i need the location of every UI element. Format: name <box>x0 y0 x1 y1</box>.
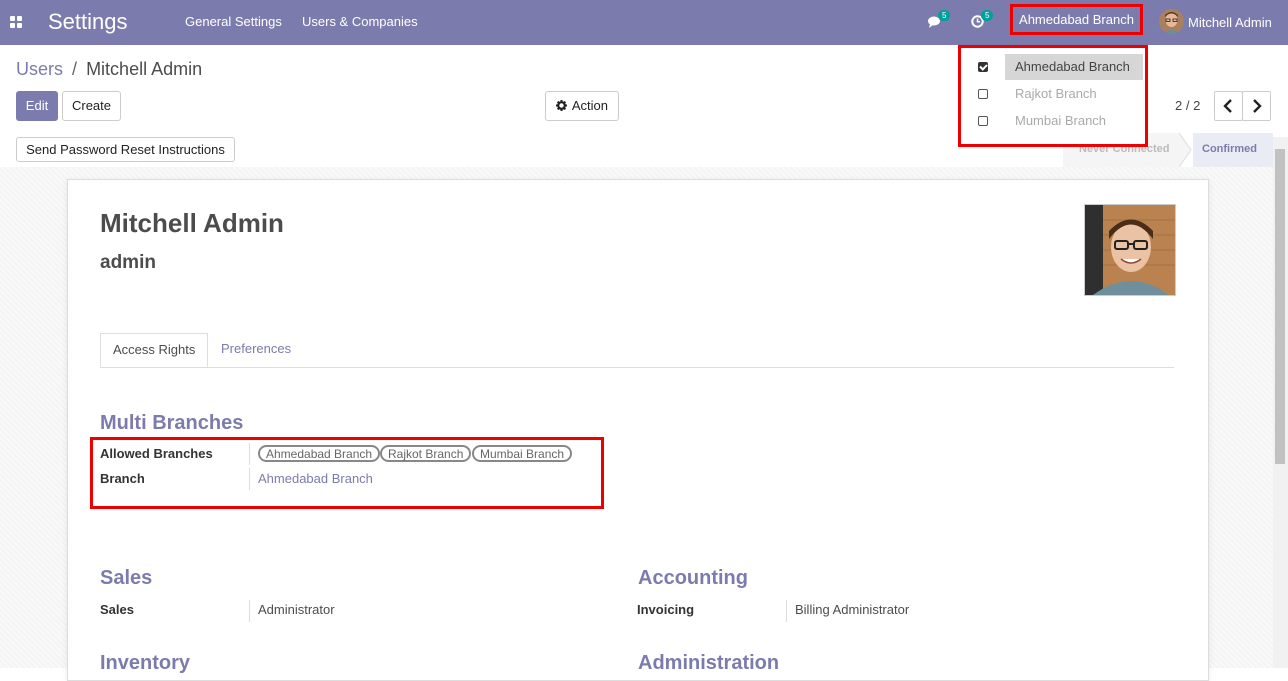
form-sheet: Mitchell Admin admin Access Rights Prefe… <box>67 179 1209 681</box>
scrollbar[interactable] <box>1273 137 1288 668</box>
user-photo[interactable] <box>1084 204 1176 296</box>
sales-value[interactable]: Administrator <box>258 602 335 617</box>
pager-next-button[interactable] <box>1242 91 1271 121</box>
tag-ahmedabad-branch[interactable]: Ahmedabad Branch <box>258 445 381 462</box>
breadcrumb-current: Mitchell Admin <box>86 59 203 79</box>
user-photo-image <box>1085 205 1175 295</box>
branch-option-rajkot[interactable]: Rajkot Branch <box>961 81 1145 107</box>
activities-button[interactable]: 5 <box>971 10 994 32</box>
form-tabs: Access Rights Preferences <box>100 333 1174 368</box>
menu-general-settings[interactable]: General Settings <box>185 14 282 29</box>
avatar <box>1159 9 1184 34</box>
invoicing-label: Invoicing <box>637 602 695 617</box>
create-button[interactable]: Create <box>62 91 121 121</box>
app-title: Settings <box>48 9 128 34</box>
branch-dropdown: Ahmedabad Branch Rajkot Branch Mumbai Br… <box>958 45 1148 147</box>
action-label: Action <box>571 98 609 113</box>
chevron-right-icon <box>1253 99 1262 113</box>
section-inventory: Inventory <box>100 652 191 674</box>
breadcrumb-users-link[interactable]: Users <box>16 59 63 79</box>
branch-option-mumbai[interactable]: Mumbai Branch <box>961 108 1145 134</box>
tag-mumbai-branch[interactable]: Mumbai Branch <box>472 445 573 462</box>
tab-preferences[interactable]: Preferences <box>209 333 303 367</box>
section-administration: Administration <box>638 652 780 674</box>
field-separator <box>786 600 787 622</box>
section-sales: Sales <box>100 567 153 589</box>
branch-option-ahmedabad[interactable]: Ahmedabad Branch <box>961 54 1145 80</box>
branch-value[interactable]: Ahmedabad Branch <box>258 471 373 486</box>
branch-switcher[interactable]: Ahmedabad Branch <box>1010 4 1143 35</box>
section-accounting: Accounting <box>638 567 748 589</box>
section-multi-branches: Multi Branches <box>100 412 244 434</box>
breadcrumb-separator: / <box>72 59 78 79</box>
user-name: Mitchell Admin <box>1188 15 1272 30</box>
branch-option-label[interactable]: Mumbai Branch <box>1005 108 1143 134</box>
top-navbar: Settings General Settings Users & Compan… <box>0 0 1288 45</box>
status-stage-confirmed[interactable]: Confirmed <box>1193 133 1273 167</box>
activities-badge: 5 <box>981 10 994 21</box>
scrollbar-thumb[interactable] <box>1275 149 1285 464</box>
user-name-title: Mitchell Admin <box>100 208 284 238</box>
branch-label: Branch <box>100 471 145 486</box>
checkbox-icon[interactable] <box>978 89 988 99</box>
sales-label: Sales <box>100 602 134 617</box>
edit-button[interactable]: Edit <box>16 91 58 121</box>
tab-access-rights[interactable]: Access Rights <box>100 333 209 367</box>
branch-option-label[interactable]: Rajkot Branch <box>1005 81 1143 107</box>
allowed-branches-tags[interactable]: Ahmedabad Branch Rajkot Branch Mumbai Br… <box>258 445 578 463</box>
action-button[interactable]: Action <box>545 91 619 121</box>
field-separator <box>249 443 250 465</box>
tag-rajkot-branch[interactable]: Rajkot Branch <box>380 445 472 462</box>
invoicing-value[interactable]: Billing Administrator <box>795 602 909 617</box>
branch-option-label[interactable]: Ahmedabad Branch <box>1005 54 1143 80</box>
checkbox-checked-icon[interactable] <box>978 62 988 72</box>
messages-badge: 5 <box>938 10 951 21</box>
field-separator <box>249 600 250 622</box>
pager-previous-button[interactable] <box>1214 91 1243 121</box>
stage-arrow-icon <box>1179 133 1192 167</box>
breadcrumb: Users / Mitchell Admin <box>16 59 202 80</box>
menu-users-companies[interactable]: Users & Companies <box>302 14 418 29</box>
allowed-branches-label: Allowed Branches <box>100 446 213 461</box>
checkbox-icon[interactable] <box>978 116 988 126</box>
user-login: admin <box>100 252 156 273</box>
chevron-left-icon <box>1223 99 1232 113</box>
pager-value: 2 / 2 <box>1175 98 1201 113</box>
field-separator <box>249 468 250 490</box>
apps-grid-icon[interactable] <box>10 16 23 29</box>
messages-button[interactable]: 5 <box>928 10 951 32</box>
gear-icon <box>555 100 567 111</box>
send-password-reset-button[interactable]: Send Password Reset Instructions <box>16 137 235 162</box>
